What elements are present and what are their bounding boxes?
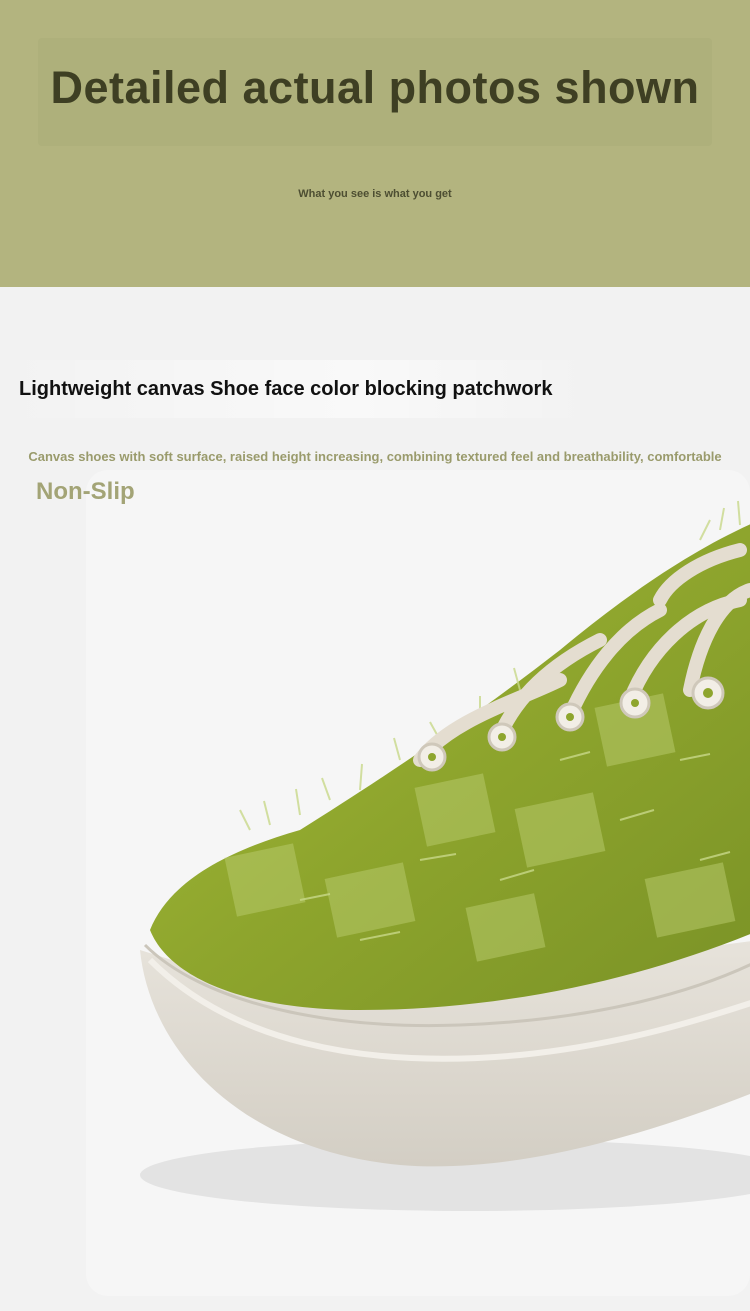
banner-subtitle: What you see is what you get [298,188,452,200]
product-photo [86,470,750,1296]
feature-description: Canvas shoes with soft surface, raised h… [28,449,722,464]
banner-title: Detailed actual photos shown [50,62,700,113]
top-banner: Detailed actual photos shown What you se… [0,0,750,287]
sneaker-illustration [140,500,750,1211]
non-slip-tag: Non-Slip [36,478,135,505]
feature-title: Lightweight canvas Shoe face color block… [19,378,553,400]
